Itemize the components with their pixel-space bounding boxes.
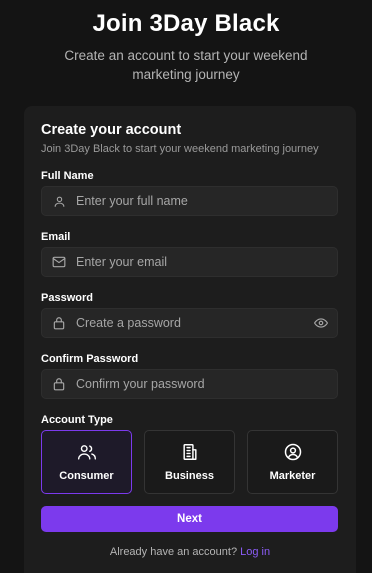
account-type-marketer-label: Marketer — [269, 470, 316, 482]
confirm-password-field[interactable] — [41, 369, 338, 399]
email-label: Email — [41, 231, 71, 243]
account-type-consumer-label: Consumer — [59, 470, 114, 482]
next-button[interactable]: Next — [41, 506, 338, 532]
account-type-consumer[interactable]: Consumer — [41, 430, 132, 494]
building-icon — [180, 442, 200, 462]
password-field[interactable] — [41, 308, 338, 338]
users-icon — [77, 442, 97, 462]
login-prompt-text: Already have an account? — [109, 546, 238, 558]
account-type-business-label: Business — [165, 470, 214, 482]
user-icon — [52, 194, 66, 208]
account-type-marketer[interactable]: Marketer — [247, 430, 338, 494]
card-title: Create your account — [41, 122, 182, 138]
account-type-options: Consumer Business Marketer — [41, 430, 338, 494]
login-link[interactable]: Log in — [240, 546, 270, 558]
account-type-business[interactable]: Business — [144, 430, 235, 494]
eye-icon[interactable] — [314, 316, 328, 330]
confirm-password-input[interactable] — [76, 370, 337, 398]
full-name-label: Full Name — [41, 170, 94, 182]
lock-icon — [52, 377, 66, 391]
full-name-input[interactable] — [76, 187, 337, 215]
email-input[interactable] — [76, 248, 337, 276]
page-subtitle: Create an account to start your weekend … — [64, 48, 308, 82]
user-circle-icon — [283, 442, 303, 462]
password-label: Password — [41, 292, 93, 304]
confirm-password-label: Confirm Password — [41, 353, 139, 365]
signup-page: Join 3Day Black Create an account to sta… — [0, 0, 372, 573]
mail-icon — [52, 255, 66, 269]
account-type-label: Account Type — [41, 414, 113, 426]
lock-icon — [52, 316, 66, 330]
page-title: Join 3Day Black — [92, 10, 280, 37]
signup-card: Create your account Join 3Day Black to s… — [24, 106, 356, 573]
password-input[interactable] — [76, 309, 314, 337]
email-field[interactable] — [41, 247, 338, 277]
login-prompt: Already have an account? Log in — [24, 546, 356, 558]
card-subtitle: Join 3Day Black to start your weekend ma… — [41, 143, 319, 155]
full-name-field[interactable] — [41, 186, 338, 216]
